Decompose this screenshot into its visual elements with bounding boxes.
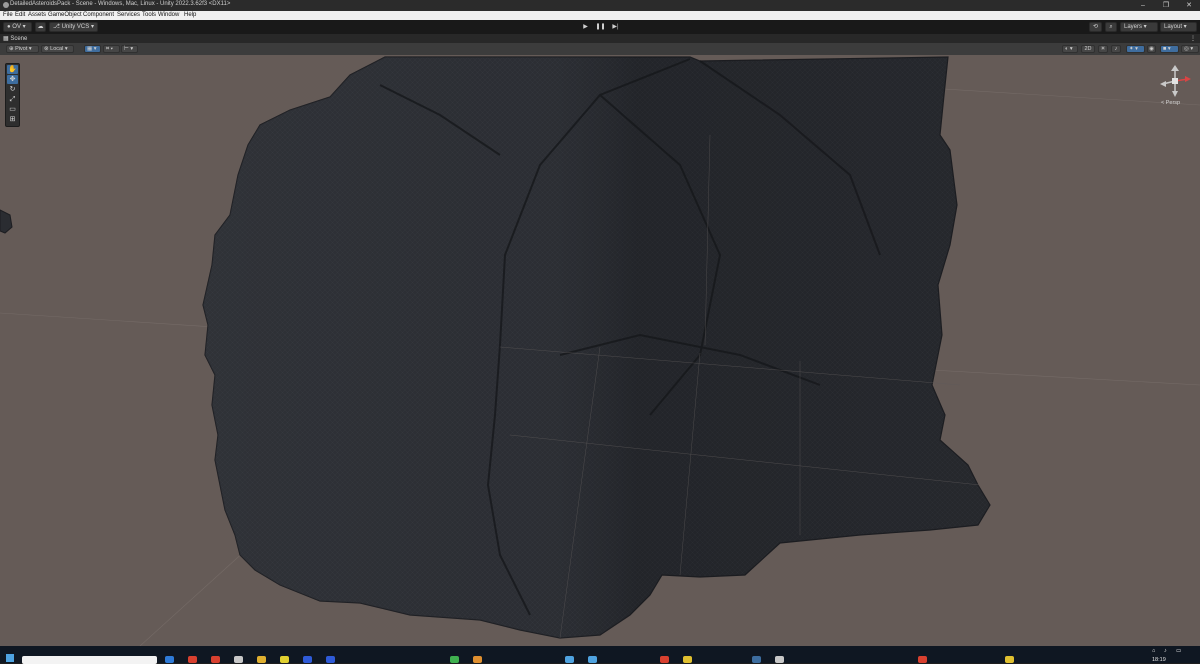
unity-logo-icon xyxy=(3,2,9,8)
menu-component[interactable]: Component xyxy=(83,12,114,18)
account-dropdown[interactable]: ● OV ▾ xyxy=(3,22,32,32)
tray-volume-icon[interactable]: ♪ xyxy=(1164,648,1167,654)
taskbar-app-icon[interactable] xyxy=(326,656,335,663)
effects-dropdown[interactable]: ✦ ▾ xyxy=(1126,45,1145,53)
tray-network-icon[interactable]: ⌂ xyxy=(1152,648,1155,654)
tab-scene[interactable]: ▦ Scene xyxy=(3,35,27,42)
layout-dropdown[interactable]: Layout ▾ xyxy=(1160,22,1197,32)
scale-tool-icon[interactable]: ⤢ xyxy=(7,95,18,104)
rect-tool-icon[interactable]: ▭ xyxy=(7,105,18,114)
taskbar-app-icon[interactable] xyxy=(303,656,312,663)
layers-label: Layers xyxy=(1124,24,1143,30)
axis-gizmo-icon xyxy=(1160,65,1191,97)
rotate-tool-icon[interactable]: ↻ xyxy=(7,85,18,94)
transform-tool-icon[interactable]: ⊞ xyxy=(7,115,18,124)
perspective-label[interactable]: < Persp xyxy=(1161,100,1180,106)
history-icon[interactable]: ⟲ xyxy=(1089,22,1102,32)
account-label: OV xyxy=(12,24,21,30)
pivot-dropdown[interactable]: ⊕ Pivot ▾ xyxy=(6,45,39,53)
menu-bar: File Edit Assets GameObject Component Se… xyxy=(0,11,1200,20)
step-button[interactable]: ▶| xyxy=(610,23,621,31)
taskbar-clock[interactable]: 18:19 xyxy=(1152,657,1166,663)
menu-services[interactable]: Services xyxy=(117,12,140,18)
maximize-button[interactable]: ❐ xyxy=(1155,0,1177,11)
menu-help[interactable]: Help xyxy=(184,12,196,18)
orientation-gizmo[interactable]: < Persp xyxy=(1155,65,1195,110)
hidden-objects-icon[interactable]: ◉ xyxy=(1147,45,1156,53)
search-icon[interactable]: ⌕ xyxy=(1105,22,1117,32)
pause-button[interactable]: ❚❚ xyxy=(595,23,606,31)
play-button[interactable]: ▶ xyxy=(580,23,591,31)
menu-edit[interactable]: Edit xyxy=(15,12,25,18)
move-tool-icon[interactable]: ✥ xyxy=(7,75,18,84)
taskbar-app-icon[interactable] xyxy=(280,656,289,663)
lighting-icon[interactable]: ☀ xyxy=(1098,45,1108,53)
taskbar-app-icon[interactable] xyxy=(565,656,574,663)
taskbar-app-icon[interactable] xyxy=(257,656,266,663)
local-dropdown[interactable]: ⊗ Local ▾ xyxy=(41,45,74,53)
taskbar-app-icon[interactable] xyxy=(683,656,692,663)
camera-dropdown[interactable]: ■ ▾ xyxy=(1160,45,1179,53)
taskbar-app-icon[interactable] xyxy=(211,656,220,663)
hand-tool-icon[interactable]: ✋ xyxy=(7,65,18,74)
layout-label: Layout xyxy=(1164,24,1183,30)
taskbar-app-icon[interactable] xyxy=(918,656,927,663)
menu-tools[interactable]: Tools xyxy=(142,12,156,18)
windows-start-icon[interactable] xyxy=(6,654,14,662)
minimize-button[interactable]: – xyxy=(1132,0,1154,11)
taskbar-app-icon[interactable] xyxy=(473,656,482,663)
menu-assets[interactable]: Assets xyxy=(28,12,46,18)
tray-battery-icon[interactable]: ▭ xyxy=(1176,648,1181,654)
local-label: Local xyxy=(50,46,64,52)
title-bar: DetailedAsteroidsPack - Scene - Windows,… xyxy=(0,0,1200,11)
more-options-icon[interactable]: ⋮ xyxy=(1190,35,1196,42)
snap-toggle[interactable]: ⌗ ▾ xyxy=(103,45,120,53)
tab-scene-label: Scene xyxy=(10,36,28,42)
close-button[interactable]: ✕ xyxy=(1178,0,1200,11)
taskbar: ⌂ ♪ ▭ 18:19 xyxy=(0,646,1200,664)
scene-render xyxy=(0,56,1200,646)
shading-mode-dropdown[interactable]: ◐ ▾ xyxy=(1062,45,1078,53)
small-asteroid xyxy=(0,209,13,234)
scene-viewport[interactable]: ✋ ✥ ↻ ⤢ ▭ ⊞ < Persp xyxy=(0,55,1200,646)
taskbar-unity-icon[interactable] xyxy=(752,656,761,663)
window-title: DetailedAsteroidsPack - Scene - Windows,… xyxy=(10,1,231,7)
taskbar-app-icon[interactable] xyxy=(165,656,174,663)
grid-toggle[interactable]: ▦ ▾ xyxy=(84,45,101,53)
layers-dropdown[interactable]: Layers ▾ xyxy=(1120,22,1158,32)
taskbar-app-icon[interactable] xyxy=(660,656,669,663)
taskbar-app-icon[interactable] xyxy=(234,656,243,663)
increment-snap-toggle[interactable]: ⊢ ▾ xyxy=(121,45,138,53)
menu-file[interactable]: File xyxy=(3,12,13,18)
taskbar-app-icon[interactable] xyxy=(1005,656,1014,663)
cloud-icon[interactable]: ☁ xyxy=(35,22,46,32)
pivot-label: Pivot xyxy=(15,46,28,52)
gizmos-dropdown[interactable]: ◎ ▾ xyxy=(1181,45,1199,53)
audio-icon[interactable]: ♪ xyxy=(1111,45,1121,53)
scene-tools-panel: ✋ ✥ ↻ ⤢ ▭ ⊞ xyxy=(5,63,20,127)
vcs-label: Unity VCS xyxy=(61,24,90,30)
taskbar-app-icon[interactable] xyxy=(775,656,784,663)
taskbar-app-icon[interactable] xyxy=(188,656,197,663)
vcs-dropdown[interactable]: ⎇ Unity VCS ▾ xyxy=(49,22,98,32)
taskbar-app-icon[interactable] xyxy=(588,656,597,663)
menu-gameobject[interactable]: GameObject xyxy=(48,12,82,18)
menu-window[interactable]: Window xyxy=(158,12,179,18)
2d-toggle[interactable]: 2D xyxy=(1081,45,1095,53)
taskbar-app-icon[interactable] xyxy=(450,656,459,663)
main-toolbar: ● OV ▾ ☁ ⎇ Unity VCS ▾ ▶ ❚❚ ▶| ⟲ ⌕ Layer… xyxy=(0,20,1200,34)
